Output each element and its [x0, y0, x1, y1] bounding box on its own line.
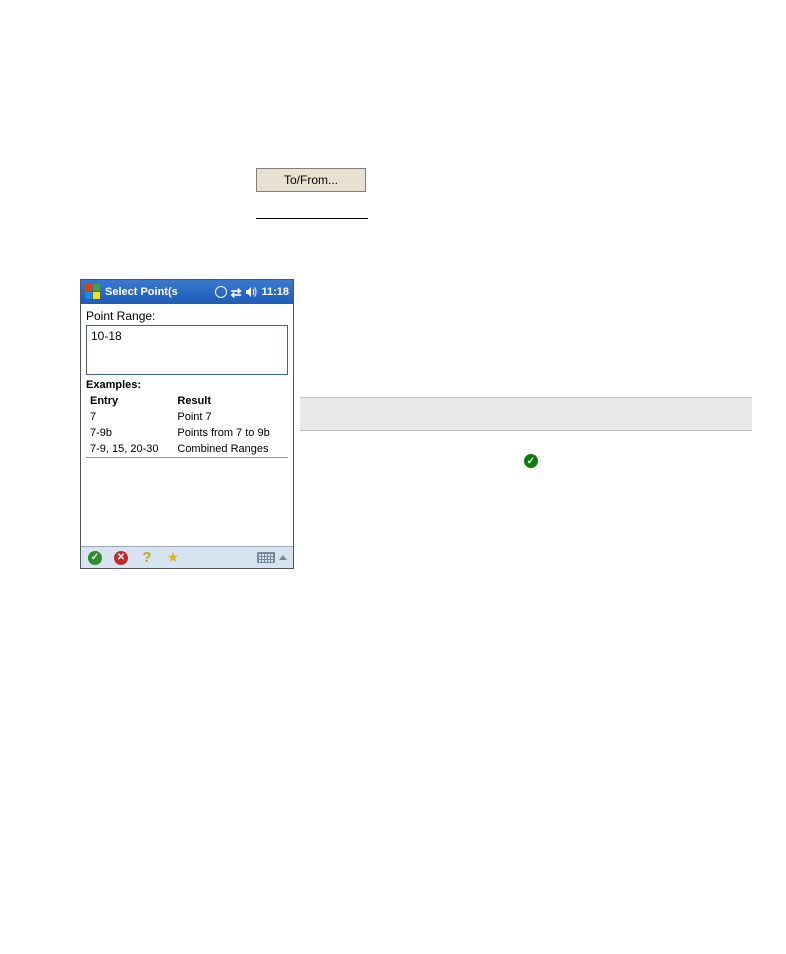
select-points-device: Select Point(s ⇄ 11:18 Point Range: Exam… [80, 279, 294, 569]
col-result: Result [173, 393, 288, 409]
sync-icon [215, 286, 227, 298]
content-area: Point Range: Examples: Entry Result 7 Po… [81, 304, 293, 458]
check-icon: ✓ [88, 551, 102, 565]
toolbar-right [257, 552, 287, 563]
underline-decor [256, 218, 368, 219]
point-range-input[interactable] [86, 325, 288, 375]
table-row: 7 Point 7 [86, 409, 288, 425]
cell-entry: 7 [86, 409, 173, 425]
table-row: 7-9b Points from 7 to 9b [86, 425, 288, 441]
cell-entry: 7-9, 15, 20-30 [86, 441, 173, 458]
expand-up-icon[interactable] [279, 555, 287, 560]
check-icon: ✓ [524, 454, 538, 468]
examples-group: Examples: Entry Result 7 Point 7 7-9b Po… [86, 386, 288, 458]
inline-ok-icon: ✓ [524, 454, 540, 470]
titlebar: Select Point(s ⇄ 11:18 [81, 280, 293, 304]
table-row: 7-9, 15, 20-30 Combined Ranges [86, 441, 288, 458]
gray-strip [300, 397, 752, 431]
examples-legend: Examples: [84, 379, 288, 391]
close-icon: ✕ [114, 551, 128, 565]
connection-icon: ⇄ [231, 287, 242, 298]
cancel-button[interactable]: ✕ [113, 550, 129, 566]
bottom-toolbar: ✓ ✕ ? ★ [81, 546, 293, 568]
favorite-button[interactable]: ★ [165, 550, 181, 566]
table-header-row: Entry Result [86, 393, 288, 409]
help-button[interactable]: ? [139, 550, 155, 566]
ok-button[interactable]: ✓ [87, 550, 103, 566]
cell-result: Point 7 [173, 409, 288, 425]
examples-table: Entry Result 7 Point 7 7-9b Points from … [86, 393, 288, 458]
windows-logo-icon [85, 284, 101, 300]
clock-time: 11:18 [261, 286, 289, 298]
keyboard-icon[interactable] [257, 552, 275, 563]
speaker-icon [245, 286, 257, 298]
col-entry: Entry [86, 393, 173, 409]
cell-result: Combined Ranges [173, 441, 288, 458]
to-from-button[interactable]: To/From... [256, 168, 366, 192]
point-range-label: Point Range: [86, 309, 288, 323]
titlebar-icons: ⇄ 11:18 [215, 286, 289, 298]
cell-entry: 7-9b [86, 425, 173, 441]
cell-result: Points from 7 to 9b [173, 425, 288, 441]
titlebar-title: Select Point(s [105, 286, 215, 298]
